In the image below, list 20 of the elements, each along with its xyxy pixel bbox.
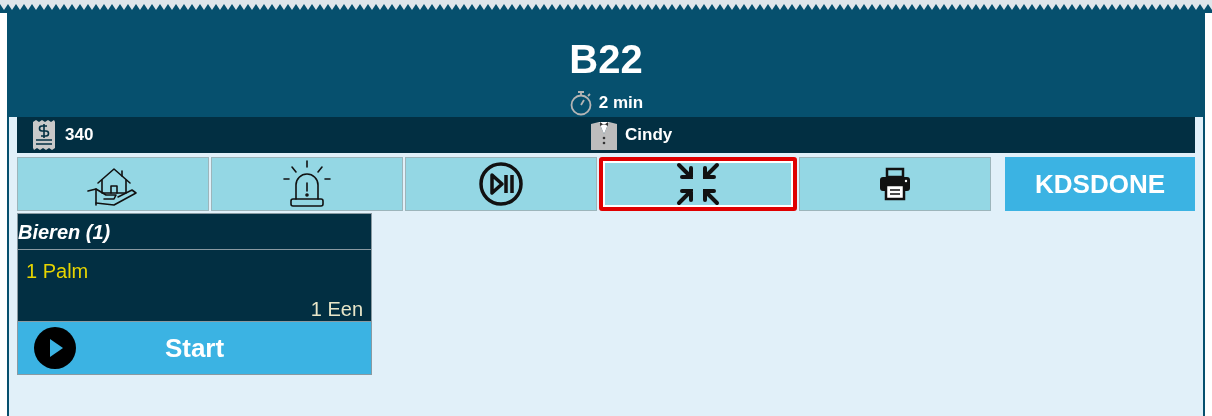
done-button[interactable]: KDSDONE	[1005, 157, 1195, 211]
receipt-icon	[31, 120, 57, 150]
elapsed-time: 2 min	[598, 92, 644, 115]
check-number: 340	[65, 124, 94, 147]
table-title: B22	[569, 37, 643, 81]
toolbar-button[interactable]	[211, 157, 403, 211]
item-detail: 1 Een	[310, 297, 363, 322]
start-button[interactable]: Start	[18, 322, 371, 374]
toolbar-button[interactable]	[405, 157, 597, 211]
printer-icon	[878, 167, 912, 201]
toolbar-button[interactable]	[17, 157, 209, 211]
play-icon	[34, 327, 76, 369]
toolbar-button[interactable]	[599, 157, 797, 211]
toolbar-button[interactable]	[799, 157, 991, 211]
stopwatch-icon	[568, 90, 593, 116]
waiter-vest-icon	[589, 120, 619, 150]
item-name: 1 Palm	[26, 259, 90, 284]
category-heading: Bieren (1)	[18, 214, 371, 250]
play-pause-icon	[478, 161, 524, 207]
waiter-name: Cindy	[625, 124, 673, 147]
